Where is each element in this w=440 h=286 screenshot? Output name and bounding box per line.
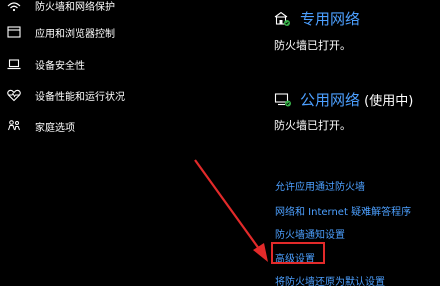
wifi-icon (6, 0, 22, 13)
in-use-label: (使用中) (360, 94, 414, 109)
sidebar-item-firewall[interactable]: 防火墙和网络保护 (0, 0, 238, 18)
sidebar-item-label: 防火墙和网络保护 (35, 1, 115, 13)
private-network-icon (273, 11, 291, 27)
restore-defaults-link[interactable]: 将防火墙还原为默认设置 (275, 273, 385, 286)
family-icon (6, 118, 22, 134)
sidebar: 防火墙和网络保护 应用和浏览器控制 设备安全性 设备性能和运行状况 家庭选项 (0, 0, 240, 286)
sidebar-item-app-browser[interactable]: 应用和浏览器控制 (0, 19, 238, 45)
sidebar-item-label: 应用和浏览器控制 (35, 28, 115, 40)
sidebar-item-device-performance[interactable]: 设备性能和运行状况 (0, 82, 238, 108)
private-network-name: 专用网络 (300, 10, 361, 28)
sidebar-item-device-security[interactable]: 设备安全性 (0, 51, 238, 77)
public-network-title[interactable]: 公用网络 (使用中) (300, 89, 413, 110)
network-troubleshooter-link[interactable]: 网络和 Internet 疑难解答程序 (275, 203, 411, 218)
sidebar-item-family[interactable]: 家庭选项 (0, 113, 238, 139)
sidebar-item-label: 设备性能和运行状况 (35, 91, 125, 103)
firewall-notification-settings-link[interactable]: 防火墙通知设置 (275, 226, 345, 241)
windows-security-window: 防火墙和网络保护 应用和浏览器控制 设备安全性 设备性能和运行状况 家庭选项 专… (0, 0, 440, 286)
app-window-icon (6, 24, 22, 40)
public-network-icon (274, 92, 292, 108)
private-network-title[interactable]: 专用网络 (300, 8, 360, 29)
sidebar-item-label: 设备安全性 (35, 60, 85, 72)
heart-icon (6, 87, 22, 103)
advanced-settings-highlight-box (271, 242, 325, 264)
laptop-icon (6, 56, 22, 72)
sidebar-item-label: 家庭选项 (35, 122, 75, 134)
allow-app-through-firewall-link[interactable]: 允许应用通过防火墙 (275, 178, 365, 193)
public-network-status: 防火墙已打开。 (274, 119, 351, 132)
private-network-status: 防火墙已打开。 (274, 39, 351, 52)
public-network-name: 公用网络 (300, 91, 361, 109)
